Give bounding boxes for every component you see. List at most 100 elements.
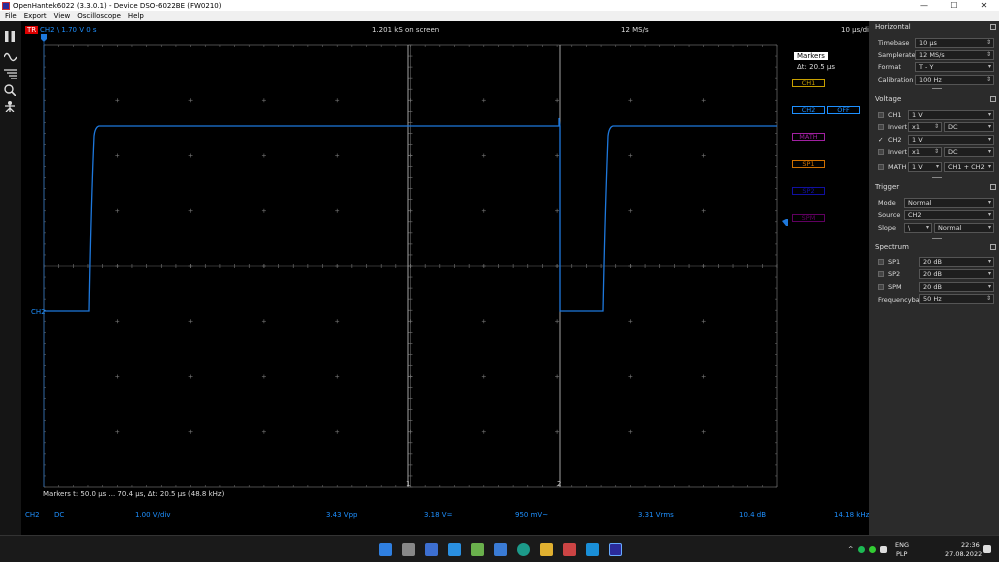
clock-date[interactable]: 27.08.2022 xyxy=(945,550,982,558)
samplerate-spinbox[interactable]: 12 MS/s ⇕ xyxy=(915,50,994,60)
math-mode-select[interactable]: CH1 + CH2 ▾ xyxy=(944,162,994,172)
spm-value: 20 dB xyxy=(923,283,942,291)
ch1-gain-select[interactable]: 1 V ▾ xyxy=(908,110,994,120)
trigger-slope-mode-select[interactable]: Normal ▾ xyxy=(934,223,994,233)
spectrum-float-icon[interactable] xyxy=(990,244,996,250)
close-button[interactable]: ✕ xyxy=(969,0,999,11)
voltage-float-icon[interactable] xyxy=(990,96,996,102)
sp2-select[interactable]: 20 dB ▾ xyxy=(919,269,994,279)
skype-app-icon[interactable] xyxy=(586,543,599,556)
trigger-mode-label: Mode xyxy=(878,199,896,207)
ch1-coupling-value: DC xyxy=(948,123,958,131)
spin-icon: ⇕ xyxy=(933,123,939,130)
sp2-checkbox[interactable] xyxy=(878,271,884,277)
scope-graticule[interactable] xyxy=(21,21,869,535)
minimize-button[interactable]: — xyxy=(909,0,939,11)
start-menu-icon[interactable] xyxy=(379,543,392,556)
legend-math[interactable]: MATH xyxy=(792,133,825,141)
waveform-icon[interactable] xyxy=(2,50,18,64)
format-select[interactable]: T - Y ▾ xyxy=(915,62,994,72)
menu-view[interactable]: View xyxy=(54,12,71,20)
ide-app-icon[interactable] xyxy=(494,543,507,556)
spin-icon: ⇕ xyxy=(985,39,991,46)
pause-icon[interactable] xyxy=(2,29,18,43)
trigger-grip[interactable] xyxy=(932,238,942,239)
todo-app-icon[interactable] xyxy=(448,543,461,556)
language-indicator[interactable]: ENG xyxy=(895,541,909,549)
voltage-grip[interactable] xyxy=(932,177,942,178)
trigger-mode-select[interactable]: Normal ▾ xyxy=(904,198,994,208)
legend-sp2[interactable]: SP2 xyxy=(792,187,825,195)
legend-sp1[interactable]: SP1 xyxy=(792,160,825,168)
ch2-probe-value: x1 xyxy=(912,148,920,156)
markers-title: Markers xyxy=(794,52,828,60)
measure-icon[interactable] xyxy=(2,99,18,113)
sp2-value: 20 dB xyxy=(923,270,942,278)
math-checkbox[interactable] xyxy=(878,164,884,170)
sp1-select[interactable]: 20 dB ▾ xyxy=(919,257,994,267)
legend-ch2-off[interactable]: OFF xyxy=(827,106,860,114)
settings-list-icon[interactable] xyxy=(2,67,18,81)
trigger-source-value: CH2 xyxy=(908,211,922,219)
trigger-slope-select[interactable]: \ ▾ xyxy=(904,223,932,233)
network-icon[interactable] xyxy=(880,546,887,553)
invert1-label: Invert xyxy=(888,123,908,131)
format-value: T - Y xyxy=(919,63,934,71)
app-tray-icon[interactable] xyxy=(869,546,876,553)
tray-overflow-icon[interactable]: ^ xyxy=(848,545,853,553)
ch2-coupling-select[interactable]: DC ▾ xyxy=(944,147,994,157)
notifications-icon[interactable] xyxy=(983,545,991,553)
trigger-source-select[interactable]: CH2 ▾ xyxy=(904,210,994,220)
ch1-checkbox[interactable] xyxy=(878,112,884,118)
timebase-spinbox[interactable]: 10 µs ⇕ xyxy=(915,38,994,48)
horizontal-float-icon[interactable] xyxy=(990,24,996,30)
menu-help[interactable]: Help xyxy=(128,12,144,20)
legend-ch2[interactable]: CH2 xyxy=(792,106,825,114)
ch2-gain-select[interactable]: 1 V ▾ xyxy=(908,135,994,145)
invert2-checkbox[interactable] xyxy=(878,149,884,155)
timebase-value: 10 µs xyxy=(919,39,937,47)
menu-export[interactable]: Export xyxy=(24,12,47,20)
app-window: OpenHantek6022 (3.3.0.1) - Device DSO-60… xyxy=(0,0,999,562)
clock-time[interactable]: 22:36 xyxy=(961,541,980,549)
horizontal-title: Horizontal xyxy=(875,23,911,31)
scope-display[interactable]: TR CH2 \ 1.70 V 0 s 1.201 kS on screen 1… xyxy=(21,21,873,535)
file-explorer-icon[interactable] xyxy=(540,543,553,556)
menu-oscilloscope[interactable]: Oscilloscope xyxy=(77,12,121,20)
chevron-down-icon: ▾ xyxy=(987,199,991,206)
ch2-checkmark-icon[interactable]: ✓ xyxy=(878,136,883,144)
file-app-icon[interactable] xyxy=(471,543,484,556)
spotify-tray-icon[interactable] xyxy=(858,546,865,553)
task-view-icon[interactable] xyxy=(402,543,415,556)
ch1-probe-spinbox[interactable]: x1 ⇕ xyxy=(908,122,942,132)
marker-1-label[interactable]: 1 xyxy=(406,480,410,488)
trigger-float-icon[interactable] xyxy=(990,184,996,190)
ch2-probe-spinbox[interactable]: x1 ⇕ xyxy=(908,147,942,157)
ch1-probe-value: x1 xyxy=(912,123,920,131)
frequencybase-value: 50 Hz xyxy=(923,295,942,303)
legend-spm[interactable]: SPM xyxy=(792,214,825,222)
keyboard-layout-indicator[interactable]: PLP xyxy=(896,550,907,558)
spm-checkbox[interactable] xyxy=(878,284,884,290)
ch1-coupling-select[interactable]: DC ▾ xyxy=(944,122,994,132)
zoom-icon[interactable] xyxy=(2,83,18,97)
edge-browser-icon[interactable] xyxy=(517,543,530,556)
math-gain-select[interactable]: 1 V ▾ xyxy=(908,162,942,172)
paint-app-icon[interactable] xyxy=(563,543,576,556)
calendar-app-icon[interactable] xyxy=(425,543,438,556)
invert1-checkbox[interactable] xyxy=(878,124,884,130)
trigger-position-marker xyxy=(41,34,47,42)
calibration-value: 100 Hz xyxy=(919,76,942,84)
horizontal-grip[interactable] xyxy=(932,88,942,89)
legend-ch1[interactable]: CH1 xyxy=(792,79,825,87)
samplerate-readout: 12 MS/s xyxy=(621,26,649,34)
spectrum-title: Spectrum xyxy=(875,243,909,251)
maximize-button[interactable]: ☐ xyxy=(939,0,969,11)
sp1-checkbox[interactable] xyxy=(878,259,884,265)
spm-select[interactable]: 20 dB ▾ xyxy=(919,282,994,292)
marker-2-label[interactable]: 2 xyxy=(557,480,561,488)
menu-file[interactable]: File xyxy=(5,12,17,20)
openhantek-taskbar-icon[interactable] xyxy=(609,543,622,556)
calibration-spinbox[interactable]: 100 Hz ⇕ xyxy=(915,75,994,85)
frequencybase-spinbox[interactable]: 50 Hz ⇕ xyxy=(919,294,994,304)
